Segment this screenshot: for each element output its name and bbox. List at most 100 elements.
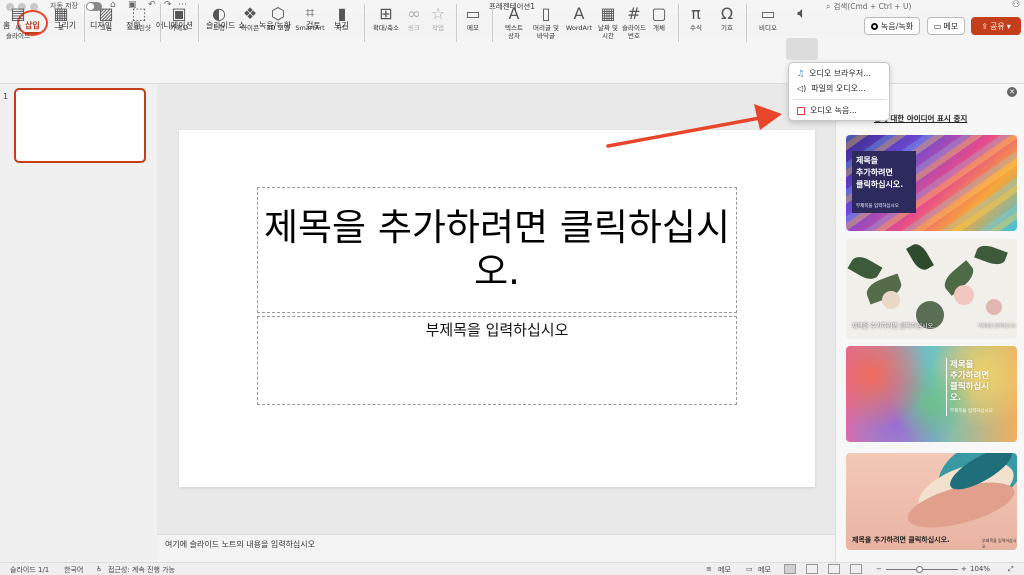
picture-button[interactable]: ▨ 그림 xyxy=(92,2,120,33)
cube-icon: ⬡ xyxy=(271,3,285,23)
slide-sorter-button[interactable] xyxy=(806,564,818,574)
slide-thumbnail[interactable] xyxy=(14,88,146,163)
header-footer-icon: ▯ xyxy=(541,3,551,23)
language[interactable]: 한국어 xyxy=(64,565,83,575)
equation-label: 수식 xyxy=(690,24,702,32)
object-icon: ▢ xyxy=(651,3,667,23)
wordart-button[interactable]: A WordArt xyxy=(564,2,594,33)
slideshow-view-button[interactable] xyxy=(850,564,862,574)
video-button[interactable]: ▭ 비디오 xyxy=(754,2,782,33)
screenshot-button[interactable]: ⬚ 스크린샷 xyxy=(124,2,154,33)
close-icon[interactable]: ✕ xyxy=(1007,87,1017,97)
symbol-button[interactable]: Ω 기호 xyxy=(716,2,738,33)
zoom-label: 확대/축소 xyxy=(372,24,400,32)
pi-icon: π xyxy=(691,3,701,23)
title-placeholder[interactable]: 제목을 추가하려면 클릭하십시오. xyxy=(257,187,737,313)
wordart-label: WordArt xyxy=(565,24,593,32)
slide: 제목을 추가하려면 클릭하십시오. 부제목을 입력하십시오 xyxy=(179,130,815,487)
equation-button[interactable]: π 수식 xyxy=(684,2,708,33)
screenshot-icon: ⬚ xyxy=(131,3,147,23)
new-slide-button[interactable]: ▤ 새 슬라이드 xyxy=(4,2,32,41)
status-bar: 슬라이드 1/1 한국어 ♿︎ 접근성: 계속 진행 가능 ≡ 메모 ▭ 메모 … xyxy=(0,562,1024,575)
search-label: 검색(Cmd + Ctrl + U) xyxy=(833,2,912,11)
3d-models-label: 3D 모델 xyxy=(266,24,290,32)
header-footer-button[interactable]: ▯ 머리글 및 바닥글 xyxy=(532,2,560,41)
slide-number-button[interactable]: # 슬라이드 번호 xyxy=(620,2,648,41)
new-slide-icon: ▤ xyxy=(10,3,26,23)
smartart-label: SmartArt xyxy=(295,24,325,32)
share-button-label: 공유 xyxy=(989,21,1005,31)
share-icon: ⇪ xyxy=(981,21,988,31)
menu-item-record-audio[interactable]: 오디오 녹음... xyxy=(797,105,857,116)
table-label: 표 xyxy=(58,24,64,32)
smartart-icon: ⌗ xyxy=(305,3,315,22)
icons-button[interactable]: ❖ 아이콘 xyxy=(236,2,264,33)
3d-models-button[interactable]: ⬡ 3D 모델 xyxy=(264,2,292,33)
shapes-label: 도형 xyxy=(213,24,225,32)
account-icon[interactable]: ⚇ xyxy=(1012,0,1020,10)
link-icon: ∞ xyxy=(407,3,421,23)
record-audio-label: 오디오 녹음... xyxy=(810,106,857,115)
audio-dropdown-menu: ♫ 오디오 브라우저... ◁) 파일의 오디오... 오디오 녹음... xyxy=(788,62,890,121)
screenshot-label: 스크린샷 xyxy=(127,24,151,32)
comment-button[interactable]: ▭ 메모 xyxy=(462,2,484,33)
fit-to-window-icon[interactable]: ⤢ xyxy=(1008,565,1014,574)
zoom-out-button[interactable]: − xyxy=(876,565,882,573)
audio-from-file-label: 파일의 오디오... xyxy=(811,84,866,93)
zoom-button[interactable]: ⊞ 확대/축소 xyxy=(370,2,402,33)
accessibility-status[interactable]: 접근성: 계속 진행 가능 xyxy=(108,565,175,575)
table-button[interactable]: ▦ 표 xyxy=(48,2,74,33)
slide-number-label: 슬라이드 번호 xyxy=(622,24,646,40)
record-button-label: 녹음/녹화 xyxy=(880,21,914,31)
notes-pane[interactable]: 여기에 슬라이드 노트의 내용을 입력하십시오 xyxy=(157,534,835,562)
chart-button[interactable]: ▮ 차트 xyxy=(330,2,354,33)
design-idea-4[interactable]: 제목을 추가하려면 클릭하십시오. 부제목을 입력하십시오 xyxy=(846,453,1017,550)
new-slide-label: 새 슬라이드 xyxy=(6,24,30,40)
wordart-icon: A xyxy=(573,3,585,23)
design-idea-title: 제목을 추가하려면 클릭하십시오. xyxy=(856,156,904,189)
smartart-button[interactable]: ⌗ SmartArt xyxy=(294,2,326,32)
cameo-button[interactable]: ▣ 카메오 xyxy=(166,2,192,33)
audio-button[interactable]: 🔈︎ xyxy=(788,2,816,24)
search-box[interactable]: ⌕ 검색(Cmd + Ctrl + U) xyxy=(826,1,911,12)
comments-button[interactable]: ▭ 메모 xyxy=(927,17,965,35)
table-icon: ▦ xyxy=(53,3,69,23)
cameo-icon: ▣ xyxy=(171,3,187,23)
normal-view-button[interactable] xyxy=(784,564,796,574)
zoom-level[interactable]: 104% xyxy=(970,565,990,573)
link-button[interactable]: ∞ 링크 xyxy=(404,2,424,33)
accessibility-icon: ♿︎ xyxy=(96,565,103,573)
calendar-icon: ▦ xyxy=(600,3,616,23)
menu-item-audio-browser[interactable]: ♫ 오디오 브라우저... xyxy=(797,68,871,79)
design-idea-1[interactable]: 제목을 추가하려면 클릭하십시오. 부제목을 입력하십시오 xyxy=(846,135,1017,231)
design-idea-subtitle: 부제목을 입력하십시오 xyxy=(982,538,1017,549)
design-idea-2[interactable]: 제목을 추가하려면 클릭하십시오. 부제목을 입력하십시오 xyxy=(846,239,1017,339)
reading-view-button[interactable] xyxy=(828,564,840,574)
video-label: 비디오 xyxy=(759,24,777,32)
notes-toggle[interactable]: 메모 xyxy=(718,565,731,575)
shapes-button[interactable]: ◐ 도형 xyxy=(206,2,232,33)
subtitle-placeholder[interactable]: 부제목을 입력하십시오 xyxy=(257,316,737,405)
textbox-button[interactable]: A 텍스트 상자 xyxy=(500,2,528,41)
slide-number: 1 xyxy=(3,92,9,101)
omega-icon: Ω xyxy=(720,3,734,23)
comments-toggle[interactable]: 메모 xyxy=(758,565,771,575)
date-time-label: 날짜 및 시간 xyxy=(597,24,618,40)
audio-browser-label: 오디오 브라우저... xyxy=(809,69,871,78)
date-time-button[interactable]: ▦ 날짜 및 시간 xyxy=(596,2,620,41)
share-button[interactable]: ⇪ 공유 ▾ xyxy=(971,17,1021,35)
shapes-icon: ◐ xyxy=(212,3,226,23)
cameo-label: 카메오 xyxy=(170,24,188,32)
record-button[interactable]: 녹음/녹화 xyxy=(864,17,920,35)
textbox-label: 텍스트 상자 xyxy=(505,24,523,40)
zoom-slider-thumb[interactable] xyxy=(916,566,923,573)
chevron-down-icon: ▾ xyxy=(1006,21,1011,31)
design-idea-3[interactable]: 제목을 추가하려면 클릭하십시 오. 부제목을 입력하십시오 xyxy=(846,346,1017,442)
chart-icon: ▮ xyxy=(337,3,347,23)
zoom-in-button[interactable]: + xyxy=(961,565,967,573)
symbol-label: 기호 xyxy=(721,24,733,32)
object-button[interactable]: ▢ 개체 xyxy=(648,2,670,33)
menu-item-audio-from-file[interactable]: ◁) 파일의 오디오... xyxy=(797,83,866,94)
chart-label: 차트 xyxy=(336,24,348,32)
action-button[interactable]: ☆ 작업 xyxy=(428,2,448,33)
